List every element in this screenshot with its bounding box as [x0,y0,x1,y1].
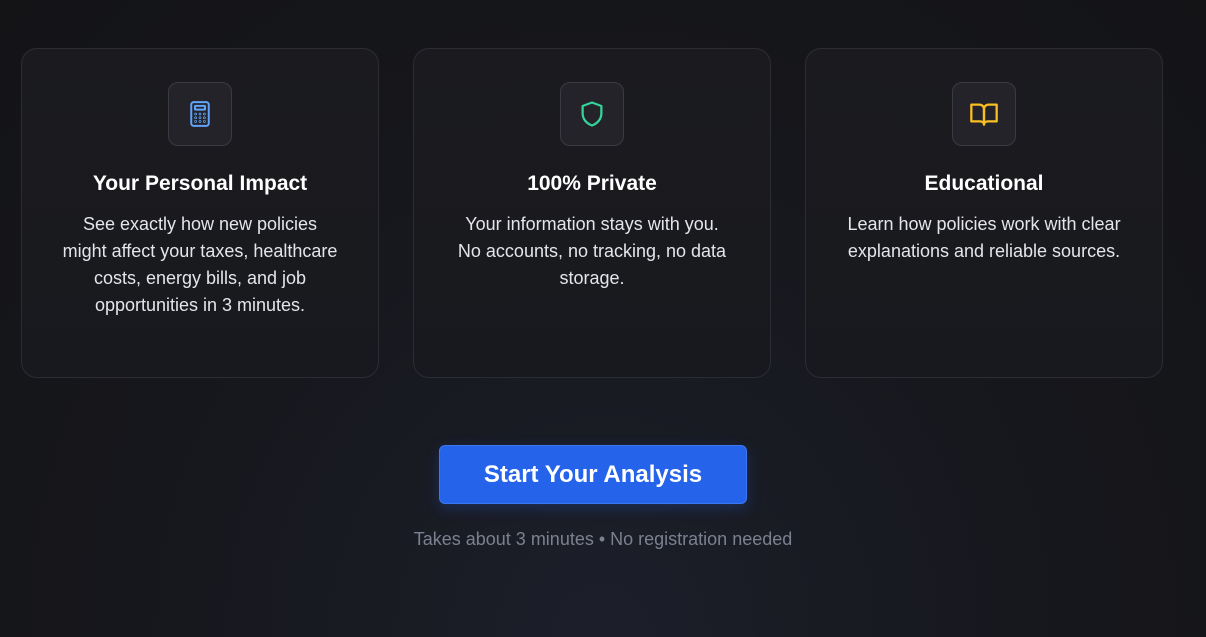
card-description: See exactly how new policies might affec… [62,214,338,315]
start-analysis-button[interactable]: Start Your Analysis [439,445,747,504]
book-open-icon [952,82,1016,146]
feature-card-private: 100% Private Your information stays with… [413,48,771,378]
card-title: Your Personal Impact [92,172,308,195]
feature-card-educational: Educational Learn how policies work with… [805,48,1163,378]
calculator-icon [168,82,232,146]
card-description: Learn how policies work with clear expla… [847,214,1121,261]
feature-cards: Your Personal Impact See exactly how new… [21,48,1165,380]
shield-icon [560,82,624,146]
card-title: Educational [924,172,1044,195]
feature-card-personal-impact: Your Personal Impact See exactly how new… [21,48,379,378]
card-title: 100% Private [527,172,657,195]
cta-note: Takes about 3 minutes • No registration … [413,529,793,549]
card-description: Your information stays with you. No acco… [457,214,727,288]
